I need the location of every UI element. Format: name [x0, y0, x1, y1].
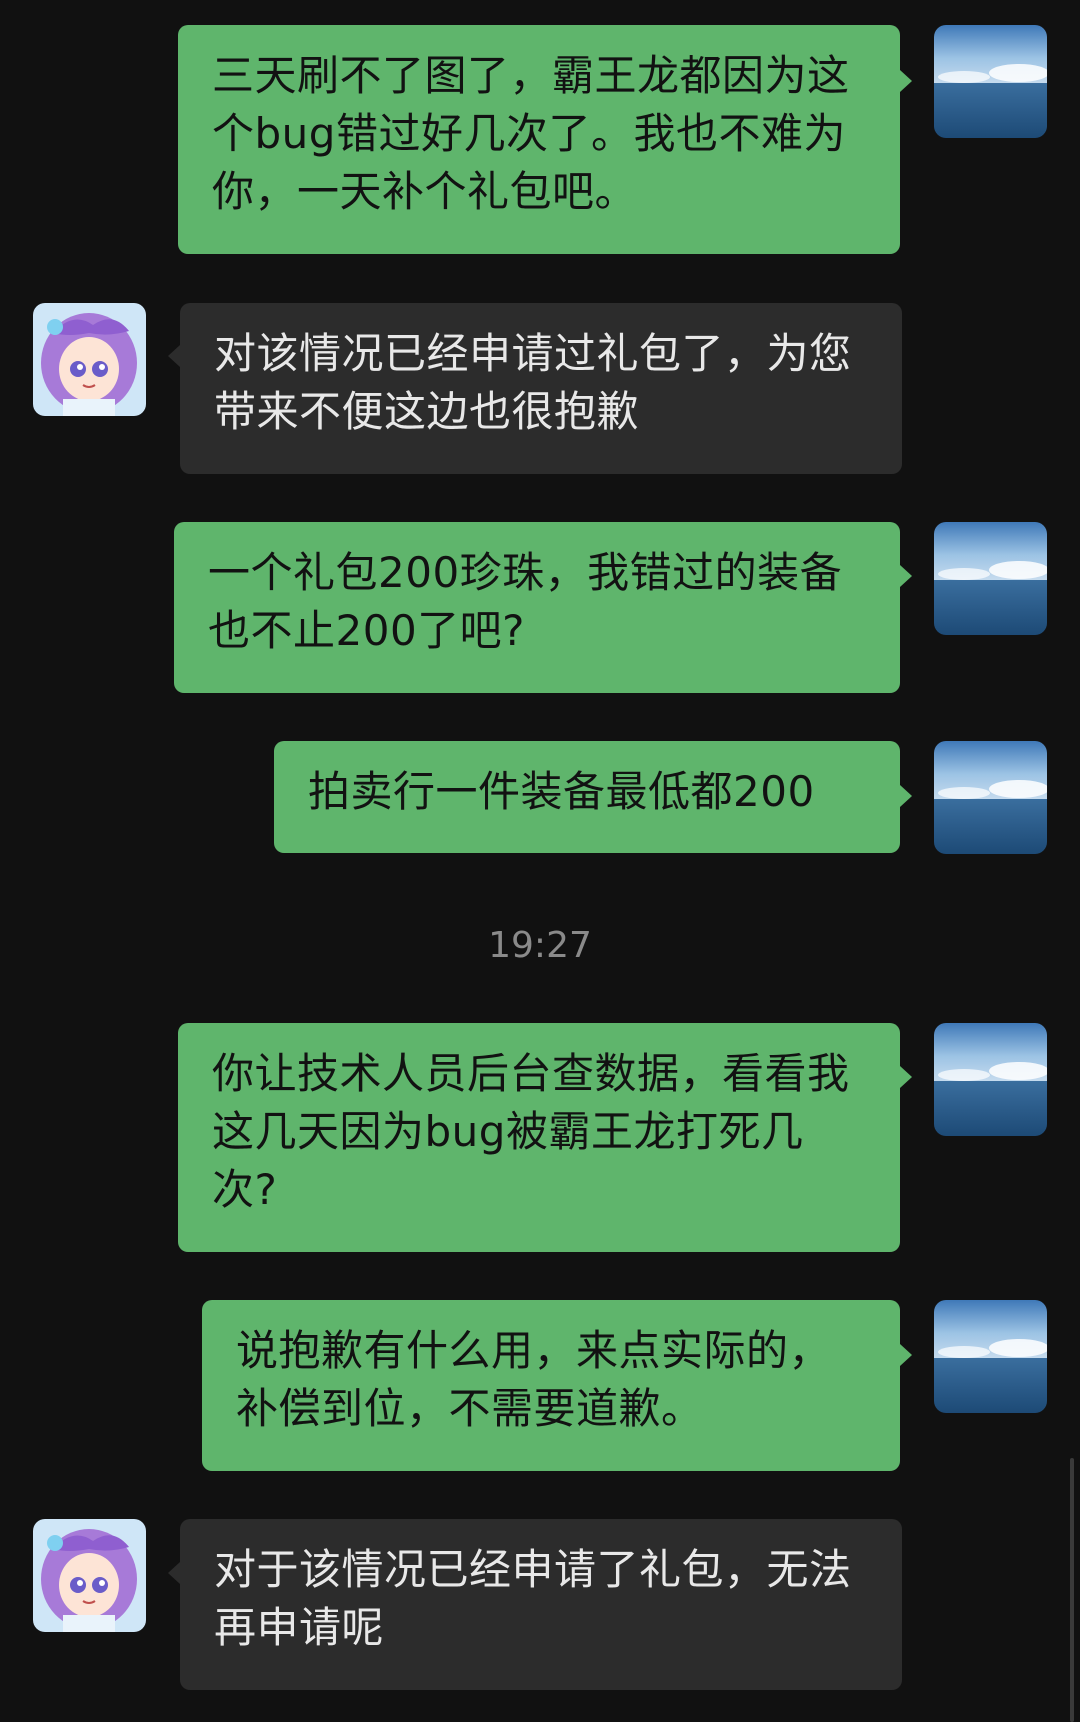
incoming-message[interactable]: 对该情况已经申请过礼包了，为您带来不便这边也很抱歉 — [180, 303, 902, 474]
bubble-tail — [900, 1066, 912, 1088]
message-text: 拍卖行一件装备最低都200 — [308, 767, 815, 816]
anime-girl-icon — [33, 303, 146, 416]
message-text: 对于该情况已经申请了礼包，无法再申请呢 — [214, 1545, 852, 1652]
ocean-sky-icon — [934, 25, 1047, 138]
scrollbar[interactable] — [1070, 1458, 1074, 1722]
outgoing-message[interactable]: 一个礼包200珍珠，我错过的装备也不止200了吧? — [174, 522, 900, 693]
message-text: 说抱歉有什么用，来点实际的，补偿到位，不需要道歉。 — [236, 1326, 832, 1433]
outgoing-message[interactable]: 说抱歉有什么用，来点实际的，补偿到位，不需要道歉。 — [202, 1300, 900, 1471]
agent-avatar[interactable] — [33, 303, 146, 416]
outgoing-message[interactable]: 你让技术人员后台查数据，看看我这几天因为bug被霸王龙打死几次? — [178, 1023, 900, 1252]
agent-avatar[interactable] — [33, 1519, 146, 1632]
ocean-sky-icon — [934, 1300, 1047, 1413]
message-text: 你让技术人员后台查数据，看看我这几天因为bug被霸王龙打死几次? — [212, 1049, 850, 1214]
user-avatar[interactable] — [934, 1300, 1047, 1413]
ocean-sky-icon — [934, 1023, 1047, 1136]
ocean-sky-icon — [934, 741, 1047, 854]
user-avatar[interactable] — [934, 1023, 1047, 1136]
bubble-tail — [900, 1344, 912, 1366]
incoming-message[interactable]: 对于该情况已经申请了礼包，无法再申请呢 — [180, 1519, 902, 1690]
message-text: 一个礼包200珍珠，我错过的装备也不止200了吧? — [208, 548, 843, 655]
user-avatar[interactable] — [934, 25, 1047, 138]
bubble-tail — [168, 345, 180, 367]
user-avatar[interactable] — [934, 522, 1047, 635]
timestamp: 19:27 — [488, 925, 592, 966]
bubble-tail — [900, 565, 912, 587]
outgoing-message[interactable]: 拍卖行一件装备最低都200 — [274, 741, 900, 853]
message-text: 对该情况已经申请过礼包了，为您带来不便这边也很抱歉 — [214, 329, 852, 436]
outgoing-message[interactable]: 三天刷不了图了，霸王龙都因为这个bug错过好几次了。我也不难为你，一天补个礼包吧… — [178, 25, 900, 254]
bubble-tail — [900, 70, 912, 92]
anime-girl-icon — [33, 1519, 146, 1632]
chat-view[interactable]: 三天刷不了图了，霸王龙都因为这个bug错过好几次了。我也不难为你，一天补个礼包吧… — [0, 0, 1080, 1722]
bubble-tail — [900, 785, 912, 807]
message-text: 三天刷不了图了，霸王龙都因为这个bug错过好几次了。我也不难为你，一天补个礼包吧… — [212, 51, 850, 216]
ocean-sky-icon — [934, 522, 1047, 635]
bubble-tail — [168, 1562, 180, 1584]
user-avatar[interactable] — [934, 741, 1047, 854]
